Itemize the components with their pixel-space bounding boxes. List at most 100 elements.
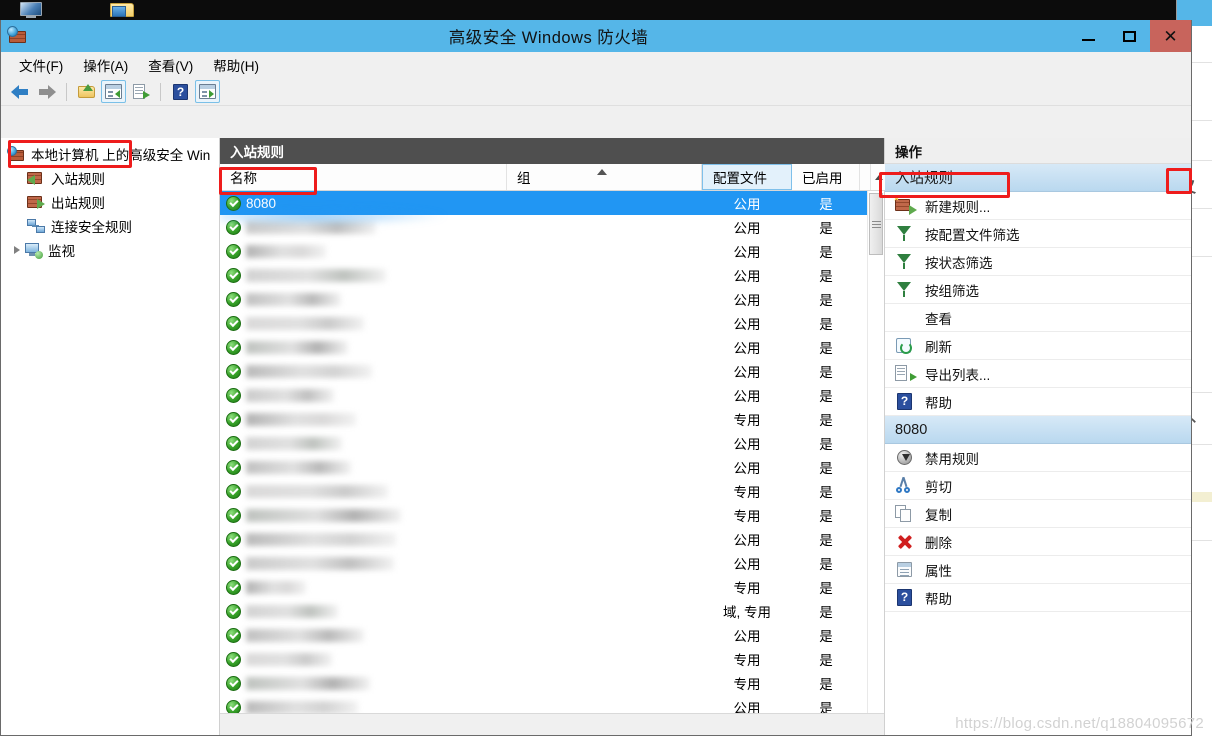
table-row[interactable]: 公用 是 <box>220 263 867 287</box>
menu-view[interactable]: 查看(V) <box>138 52 203 78</box>
redacted-rule-name <box>246 340 348 354</box>
monitoring-icon <box>24 242 43 259</box>
forward-arrow-icon <box>38 84 56 99</box>
taskbar-folder-icon[interactable] <box>108 1 136 19</box>
table-row[interactable]: 专用 是 <box>220 503 867 527</box>
table-row[interactable]: 公用 是 <box>220 455 867 479</box>
action-disable-rule[interactable]: 禁用规则 <box>885 444 1191 472</box>
table-row[interactable]: 公用 是 <box>220 287 867 311</box>
table-row[interactable]: 公用 是 <box>220 551 867 575</box>
menu-file[interactable]: 文件(F) <box>9 52 73 78</box>
redacted-rule-name <box>246 508 401 522</box>
table-row[interactable]: 专用 是 <box>220 575 867 599</box>
cell-name <box>220 507 507 523</box>
action-export-list[interactable]: 导出列表... <box>885 360 1191 388</box>
column-header-group[interactable]: 组 <box>507 164 702 190</box>
cell-name <box>220 579 507 595</box>
table-row[interactable]: 公用 是 <box>220 695 867 713</box>
taskbar-monitor-icon[interactable] <box>18 1 46 19</box>
action-refresh[interactable]: 刷新 <box>885 332 1191 360</box>
sidebar-item-outbound-rules[interactable]: 出站规则 <box>1 190 219 214</box>
column-header-profile[interactable]: 配置文件 <box>702 164 792 190</box>
cell-profile: 专用 <box>733 653 761 668</box>
table-row[interactable]: 专用 是 <box>220 407 867 431</box>
column-header-name[interactable]: 名称 <box>220 164 507 190</box>
action-help-rule[interactable]: ? 帮助 <box>885 584 1191 612</box>
sidebar-item-monitoring[interactable]: 监视 <box>1 238 219 262</box>
sidebar-item-connection-security-rules[interactable]: 连接安全规则 <box>1 214 219 238</box>
table-row[interactable]: 8080 公用 是 <box>220 191 867 215</box>
cut-icon <box>895 476 915 495</box>
rule-enabled-check-icon <box>226 459 241 475</box>
up-folder-button[interactable] <box>74 80 99 103</box>
sidebar-item-inbound-rules[interactable]: 入站规则 <box>1 166 219 190</box>
action-filter-by-profile[interactable]: 按配置文件筛选 <box>885 220 1191 248</box>
help-icon: ? <box>173 83 188 100</box>
cell-enabled: 是 <box>819 533 833 548</box>
column-header-enabled[interactable]: 已启用 <box>792 164 860 190</box>
table-row[interactable]: 公用 是 <box>220 527 867 551</box>
action-new-rule[interactable]: 新建规则... <box>885 192 1191 220</box>
cell-name <box>220 291 507 307</box>
table-row[interactable]: 域, 专用 是 <box>220 599 867 623</box>
tree-root-label: 本地计算机 上的高级安全 Win <box>31 148 211 163</box>
table-row[interactable]: 公用 是 <box>220 215 867 239</box>
menu-help[interactable]: 帮助(H) <box>203 52 269 78</box>
window-title: 高级安全 Windows 防火墙 <box>448 29 649 47</box>
action-delete[interactable]: 删除 <box>885 528 1191 556</box>
rule-enabled-check-icon <box>226 339 241 355</box>
action-copy[interactable]: 复制 <box>885 500 1191 528</box>
action-filter-by-state[interactable]: 按状态筛选 <box>885 248 1191 276</box>
action-cut[interactable]: 剪切 <box>885 472 1191 500</box>
rule-enabled-check-icon <box>226 579 241 595</box>
cell-enabled: 是 <box>819 677 833 692</box>
table-row[interactable]: 公用 是 <box>220 239 867 263</box>
scrollbar-thumb[interactable] <box>869 193 883 255</box>
list-vertical-scrollbar[interactable] <box>867 191 884 713</box>
action-view[interactable]: 查看 <box>885 304 1191 332</box>
table-row[interactable]: 公用 是 <box>220 359 867 383</box>
table-row[interactable]: 公用 是 <box>220 431 867 455</box>
cell-name <box>220 531 507 547</box>
cell-profile: 公用 <box>733 221 761 236</box>
table-row[interactable]: 公用 是 <box>220 383 867 407</box>
menu-action[interactable]: 操作(A) <box>73 52 138 78</box>
close-button[interactable]: ✕ <box>1150 20 1191 52</box>
sidebar-item-label: 入站规则 <box>51 172 105 187</box>
action-properties[interactable]: 属性 <box>885 556 1191 584</box>
cell-enabled: 是 <box>819 269 833 284</box>
cell-profile: 专用 <box>733 677 761 692</box>
export-list-button[interactable] <box>128 80 153 103</box>
minimize-button[interactable] <box>1068 20 1109 52</box>
tree-root-node[interactable]: 本地计算机 上的高级安全 Win <box>1 142 219 166</box>
cell-enabled: 是 <box>819 317 833 332</box>
firewall-root-icon <box>7 146 25 162</box>
table-row[interactable]: 专用 是 <box>220 647 867 671</box>
action-help-inbound[interactable]: ? 帮助 <box>885 388 1191 416</box>
table-row[interactable]: 公用 是 <box>220 311 867 335</box>
watermark: https://blog.csdn.net/q18804095672 <box>955 715 1204 732</box>
toolbar-separator-2 <box>160 82 161 101</box>
show-hide-console-tree-button[interactable] <box>101 80 126 103</box>
rule-name-label: 8080 <box>246 195 277 211</box>
window-controls: ✕ <box>1068 20 1191 52</box>
table-row[interactable]: 公用 是 <box>220 335 867 359</box>
back-button[interactable] <box>7 80 32 103</box>
maximize-button[interactable] <box>1109 20 1150 52</box>
forward-button[interactable] <box>34 80 59 103</box>
new-rule-icon <box>893 194 917 215</box>
cell-profile: 公用 <box>733 629 761 644</box>
table-row[interactable]: 专用 是 <box>220 479 867 503</box>
cell-profile: 专用 <box>733 413 761 428</box>
show-hide-action-pane-button[interactable] <box>195 80 220 103</box>
column-header-label: 配置文件 <box>713 171 767 186</box>
table-row[interactable]: 公用 是 <box>220 623 867 647</box>
expand-monitoring-toggle[interactable] <box>11 246 23 254</box>
action-filter-by-group[interactable]: 按组筛选 <box>885 276 1191 304</box>
cell-enabled: 是 <box>819 509 833 524</box>
help-button[interactable]: ? <box>168 80 193 103</box>
sidebar-item-label: 连接安全规则 <box>51 220 132 235</box>
cell-enabled: 是 <box>819 629 833 644</box>
redacted-rule-name <box>246 364 372 378</box>
table-row[interactable]: 专用 是 <box>220 671 867 695</box>
